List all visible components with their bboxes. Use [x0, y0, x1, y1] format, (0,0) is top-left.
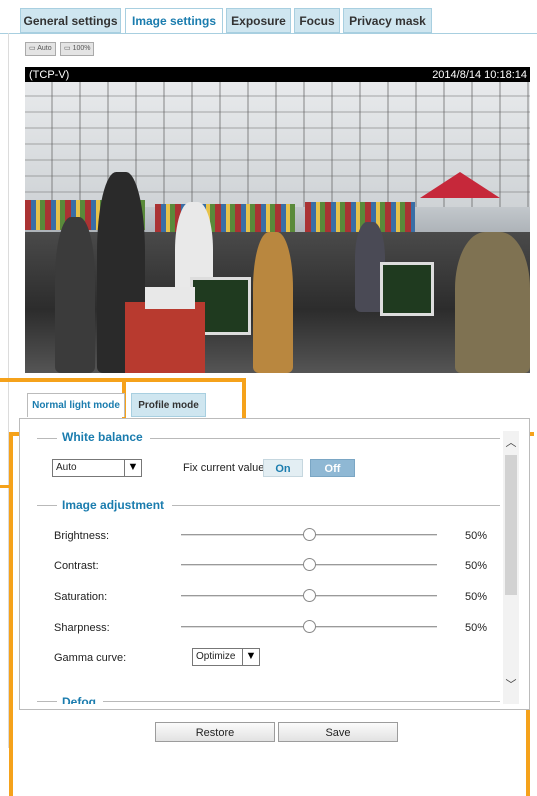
section-rule	[37, 505, 57, 506]
tab-exposure[interactable]: Exposure	[226, 8, 291, 33]
video-timestamp: 2014/8/14 10:18:14	[432, 69, 527, 81]
slider-label: Saturation:	[54, 591, 108, 603]
section-rule	[37, 701, 57, 702]
slider-thumb[interactable]	[303, 620, 316, 633]
scroll-down-icon[interactable]: ﹀	[503, 677, 519, 693]
chevron-down-icon: ▼	[242, 649, 259, 665]
slider-value: 50%	[465, 560, 488, 572]
zoom-100-label: 100%	[72, 45, 91, 52]
fix-off-button[interactable]: Off	[310, 459, 355, 477]
settings-tab-bar: General settings Image settings Exposure…	[0, 0, 537, 36]
zoom-auto-label: Auto	[37, 45, 52, 52]
section-rule	[103, 701, 500, 702]
tab-image-settings[interactable]: Image settings	[125, 8, 223, 34]
gamma-curve-label: Gamma curve:	[54, 652, 127, 664]
slider-label: Contrast:	[54, 560, 99, 572]
stream-label: (TCP-V)	[29, 69, 70, 81]
section-rule	[172, 505, 500, 506]
live-video-view: (TCP-V) 2014/8/14 10:18:14	[25, 67, 530, 373]
tab-focus[interactable]: Focus	[294, 8, 340, 33]
section-rule	[37, 438, 57, 439]
white-balance-select[interactable]: Auto ▼	[52, 459, 142, 477]
gamma-curve-value: Optimize	[196, 651, 236, 662]
chevron-down-icon: ▼	[124, 460, 141, 476]
fix-on-button[interactable]: On	[263, 459, 303, 477]
slider-value: 50%	[465, 591, 488, 603]
highlight-callout-line	[0, 378, 126, 382]
slider-thumb[interactable]	[303, 589, 316, 602]
zoom-auto-button[interactable]: ▭ Auto	[25, 42, 56, 56]
slider-label: Brightness:	[54, 530, 110, 542]
tab-privacy-mask[interactable]: Privacy mask	[343, 8, 432, 33]
camera-image	[25, 82, 530, 373]
scrollbar-thumb[interactable]	[505, 455, 517, 595]
gamma-curve-select[interactable]: Optimize ▼	[192, 648, 260, 666]
section-rule	[150, 438, 500, 439]
slider-thumb[interactable]	[303, 558, 316, 571]
defog-heading: Defog	[62, 695, 96, 704]
tab-general-settings[interactable]: General settings	[20, 8, 121, 33]
tab-normal-light-mode[interactable]: Normal light mode	[27, 393, 125, 417]
restore-button[interactable]: Restore	[155, 722, 275, 742]
slider-value: 50%	[465, 530, 488, 542]
defog-section: Defog	[27, 694, 502, 704]
fix-current-value-label: Fix current value:	[183, 462, 268, 474]
slider-label: Sharpness:	[54, 622, 110, 634]
scroll-up-icon[interactable]: ︿	[503, 435, 519, 451]
highlight-left-edge	[9, 432, 13, 796]
slider-thumb[interactable]	[303, 528, 316, 541]
slider-value: 50%	[465, 622, 488, 634]
white-balance-heading: White balance	[62, 430, 143, 444]
image-adjustment-heading: Image adjustment	[62, 498, 165, 512]
white-balance-value: Auto	[56, 462, 77, 473]
zoom-100-button[interactable]: ▭ 100%	[60, 42, 95, 56]
save-button[interactable]: Save	[278, 722, 398, 742]
tab-profile-mode[interactable]: Profile mode	[131, 393, 206, 417]
tab-bar-divider	[0, 33, 537, 34]
